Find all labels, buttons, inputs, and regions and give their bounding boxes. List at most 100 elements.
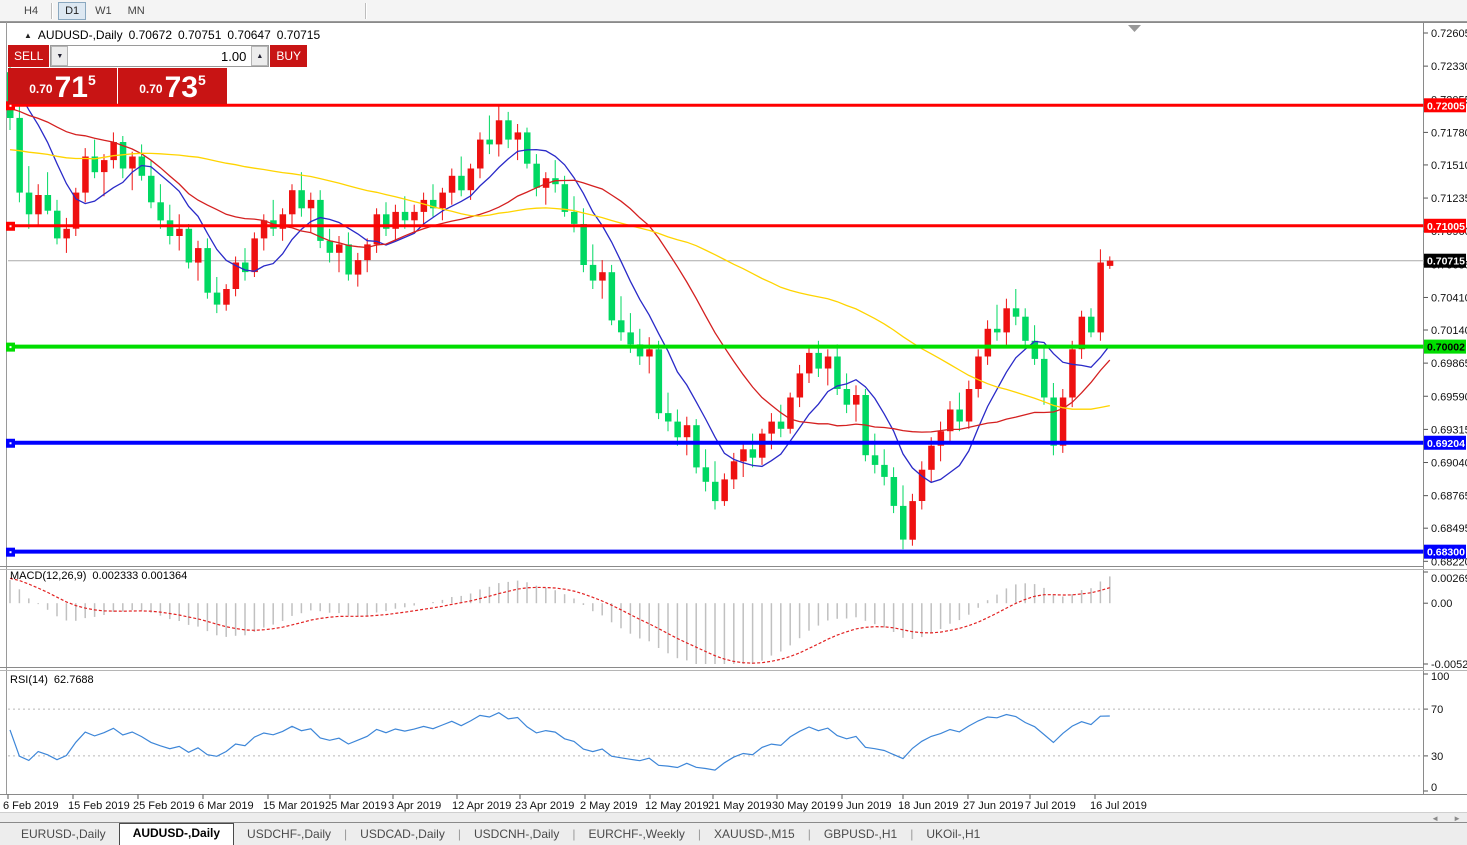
timeframe-button-h4[interactable]: H4 — [17, 2, 45, 20]
candle-body — [975, 357, 982, 390]
tab-usdcnh-daily[interactable]: USDCNH-,Daily — [461, 824, 572, 845]
price-axis-tick: 0.68765 — [1431, 491, 1467, 503]
candle-body — [994, 329, 1001, 333]
candle-body — [402, 212, 409, 220]
candle-body — [63, 229, 70, 239]
candle-body — [731, 461, 738, 479]
toolbar-separator — [51, 3, 52, 19]
price-axis-tick: 0.68495 — [1431, 523, 1467, 535]
sell-price[interactable]: 0.70 71 5 — [8, 68, 117, 104]
date-label: 27 Jun 2019 — [963, 800, 1024, 812]
macd-axis-tick: -0.005242 — [1431, 659, 1467, 671]
timeframe-button-d1[interactable]: D1 — [58, 2, 86, 20]
rsi-value: 62.7688 — [54, 674, 94, 686]
candle-body — [505, 120, 512, 139]
ohlc-close: 0.70715 — [277, 28, 320, 42]
candle-body — [778, 422, 785, 429]
candle-body — [449, 176, 456, 193]
candle-body — [16, 118, 23, 193]
candle-body — [985, 329, 992, 357]
candle-body — [1003, 308, 1010, 332]
buy-price[interactable]: 0.70 73 5 — [118, 68, 227, 104]
candle-body — [806, 353, 813, 374]
candle-body — [26, 193, 33, 215]
price-axis-tick: 0.71510 — [1431, 160, 1467, 172]
candle-body — [891, 477, 898, 506]
svg-text:0.71005: 0.71005 — [1427, 221, 1465, 233]
candle-body — [101, 160, 108, 172]
price-axis-tick: 0.71235 — [1431, 193, 1467, 205]
candle-body — [881, 465, 888, 477]
tab-eurusd-daily[interactable]: EURUSD-,Daily — [8, 824, 119, 845]
svg-text:0.70715: 0.70715 — [1427, 256, 1465, 268]
horizontal-scrollbar[interactable]: ◄ ► — [0, 812, 1467, 822]
candle-body — [815, 353, 822, 369]
volume-increase-button[interactable]: ▲ — [251, 46, 268, 66]
candle-body — [214, 293, 221, 305]
candle-body — [1060, 398, 1067, 446]
price-axis-tick: 0.70140 — [1431, 325, 1467, 337]
candle-body — [1013, 308, 1020, 316]
volume-box: ▼ ▲ — [50, 45, 269, 67]
tab-usdcad-daily[interactable]: USDCAD-,Daily — [347, 824, 458, 845]
macd-axis-tick: 0.00 — [1431, 598, 1452, 610]
rsi-axis-tick: 70 — [1431, 704, 1443, 716]
candle-body — [308, 200, 315, 208]
candle-body — [421, 200, 428, 212]
sell-price-pip: 5 — [88, 72, 96, 88]
svg-text:0.68300: 0.68300 — [1427, 547, 1465, 559]
tab-usdchf-daily[interactable]: USDCHF-,Daily — [234, 824, 344, 845]
chart-symbol-label: AUDUSD-,Daily — [38, 28, 123, 42]
candle-body — [768, 422, 775, 434]
date-label: 12 May 2019 — [645, 800, 709, 812]
chart-plot[interactable]: 0.726050.723300.720550.717800.715100.712… — [0, 22, 1467, 812]
candle-body — [486, 140, 493, 145]
price-axis-tick: 0.71780 — [1431, 127, 1467, 139]
candle-body — [336, 244, 343, 252]
timeframe-button-mn[interactable]: MN — [121, 2, 152, 20]
buy-price-pip: 5 — [198, 72, 206, 88]
date-label: 25 Mar 2019 — [325, 800, 387, 812]
candle-body — [609, 272, 616, 320]
candle-body — [825, 357, 832, 369]
candle-body — [759, 434, 766, 458]
macd-indicator-label: MACD(12,26,9) 0.002333 0.001364 — [10, 570, 187, 582]
candle-body — [853, 395, 860, 405]
sell-button[interactable]: SELL — [8, 45, 49, 67]
volume-decrease-button[interactable]: ▼ — [51, 46, 68, 66]
candle-body — [834, 357, 841, 390]
buy-price-big: 73 — [165, 75, 198, 101]
candle-body — [956, 410, 963, 422]
date-label: 2 May 2019 — [580, 800, 637, 812]
candle-body — [721, 479, 728, 501]
price-axis-tick: 0.69865 — [1431, 358, 1467, 370]
candle-body — [1079, 317, 1086, 350]
candle-body — [477, 140, 484, 169]
candle-body — [515, 132, 522, 139]
candle-body — [1022, 317, 1028, 341]
chart-background — [0, 22, 1467, 812]
volume-input[interactable] — [68, 46, 251, 66]
candle-body — [693, 425, 700, 467]
candle-body — [129, 157, 136, 169]
candle-body — [289, 190, 296, 214]
tab-gbpusd-h1[interactable]: GBPUSD-,H1 — [811, 824, 910, 845]
sell-price-prefix: 0.70 — [29, 82, 52, 96]
tab-ukoil-h1[interactable]: UKOil-,H1 — [913, 824, 993, 845]
ohlc-low: 0.70647 — [227, 28, 270, 42]
tab-xauusd-m15[interactable]: XAUUSD-,M15 — [701, 824, 808, 845]
date-label: 3 Apr 2019 — [388, 800, 441, 812]
buy-button[interactable]: BUY — [270, 45, 307, 67]
tab-eurchf-weekly[interactable]: EURCHF-,Weekly — [575, 824, 697, 845]
ohlc-open: 0.70672 — [129, 28, 172, 42]
candle-body — [580, 224, 587, 265]
ohlc-high: 0.70751 — [178, 28, 221, 42]
candle-body — [317, 200, 324, 241]
candle-body — [590, 265, 597, 281]
candle-body — [251, 238, 258, 272]
macd-name: MACD(12,26,9) — [10, 570, 86, 582]
timeframe-button-w1[interactable]: W1 — [88, 2, 119, 20]
candle-body — [1088, 317, 1095, 333]
collapse-triangle-icon[interactable]: ▲ — [24, 31, 32, 40]
tab-audusd-daily[interactable]: AUDUSD-,Daily — [119, 823, 234, 845]
